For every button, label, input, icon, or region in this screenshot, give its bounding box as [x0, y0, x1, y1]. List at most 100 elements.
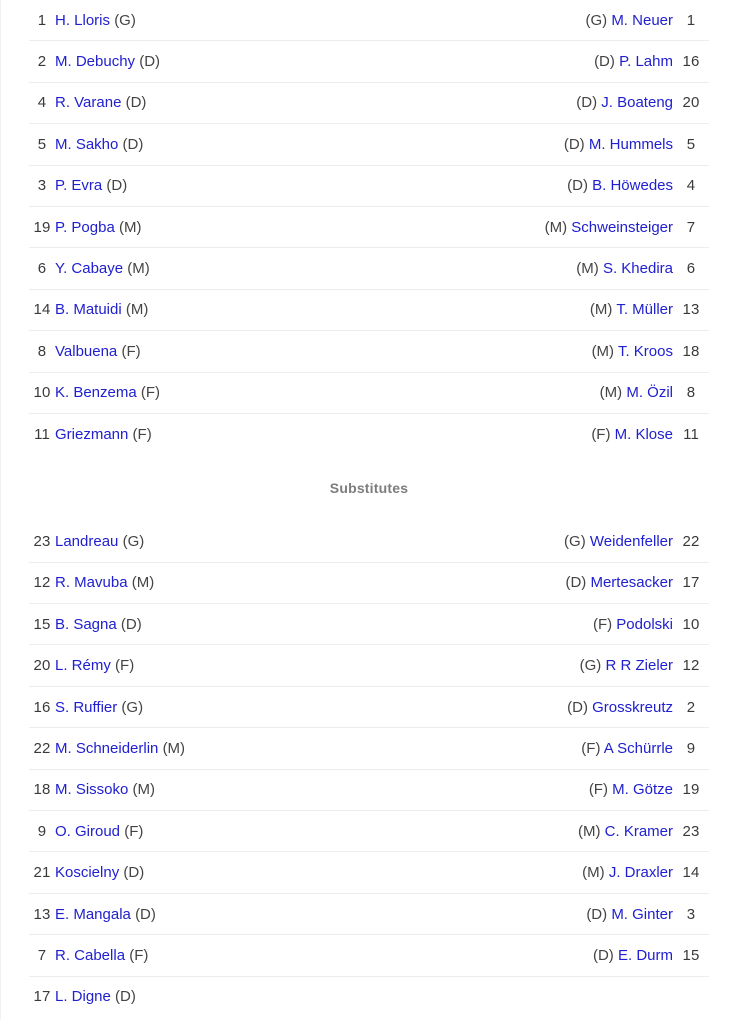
- home-player-position: (M): [131, 574, 155, 592]
- home-player-name[interactable]: R. Cabella: [55, 947, 125, 964]
- section-heading-cell: Substitutes: [29, 455, 709, 522]
- home-player-number: 10: [29, 372, 55, 414]
- home-player-position: (F): [132, 425, 152, 443]
- home-player-position: (M): [125, 301, 149, 319]
- home-player-name[interactable]: B. Sagna: [55, 616, 117, 633]
- away-player-name[interactable]: E. Durm: [618, 947, 673, 964]
- away-player-name[interactable]: A Schürrle: [604, 740, 673, 757]
- away-player-name[interactable]: J. Draxler: [609, 864, 673, 881]
- away-player-name[interactable]: J. Boateng: [601, 94, 673, 111]
- home-player-name[interactable]: Landreau: [55, 533, 118, 550]
- away-player-number: 10: [673, 603, 709, 646]
- home-player-name[interactable]: S. Ruffier: [55, 699, 117, 716]
- away-player-position: (D): [586, 905, 608, 923]
- section-heading-label: Substitutes: [329, 479, 409, 496]
- home-player-position: (D): [139, 53, 161, 71]
- away-player-position: (M): [544, 218, 568, 236]
- away-player-name[interactable]: T. Kroos: [618, 343, 673, 360]
- away-player-name[interactable]: P. Lahm: [619, 53, 673, 70]
- away-player-name[interactable]: M. Götze: [612, 781, 673, 798]
- home-player-name[interactable]: M. Schneiderlin: [55, 740, 158, 757]
- home-player-number: 23: [29, 521, 55, 563]
- away-player-cell: (M) T. Kroos: [355, 330, 673, 373]
- home-player-name[interactable]: E. Mangala: [55, 906, 131, 923]
- home-player-cell: K. Benzema (F): [55, 372, 355, 414]
- home-player-number: 20: [29, 644, 55, 687]
- home-player-number: 11: [34, 425, 50, 443]
- home-player-cell: B. Matuidi (M): [55, 289, 355, 332]
- home-player-name[interactable]: M. Sissoko: [55, 781, 128, 798]
- away-player-cell: (G) Weidenfeller: [355, 521, 673, 563]
- lineup-row: 10 K. Benzema (F) (M) M. Özil 8: [29, 372, 709, 414]
- away-player-cell: (D) J. Boateng: [355, 82, 673, 125]
- home-player-name[interactable]: Y. Cabaye: [55, 260, 123, 277]
- lineup-row: 17 L. Digne (D): [29, 976, 709, 1017]
- lineup-row: 11 Griezmann (F) (F) M. Klose 11: [29, 413, 709, 454]
- home-player-name[interactable]: Koscielny: [55, 864, 119, 881]
- section-heading-row: Substitutes: [29, 455, 709, 522]
- home-player-position: (D): [106, 177, 128, 195]
- away-player-name[interactable]: Podolski: [616, 616, 673, 633]
- home-player-name[interactable]: Valbuena: [55, 343, 117, 360]
- home-player-number: 6: [29, 247, 55, 290]
- away-player-name[interactable]: M. Klose: [615, 426, 673, 443]
- away-player-name[interactable]: Schweinsteiger: [571, 219, 673, 236]
- home-player-number: 18: [29, 769, 55, 812]
- home-player-name[interactable]: H. Lloris: [55, 12, 110, 29]
- home-player-name[interactable]: M. Sakho: [55, 136, 118, 153]
- away-player-name[interactable]: M. Hummels: [589, 136, 673, 153]
- away-player-position: (M): [576, 260, 599, 278]
- away-player-name[interactable]: M. Ginter: [611, 906, 673, 923]
- home-player-name[interactable]: M. Debuchy: [55, 53, 135, 70]
- away-player-name[interactable]: M. Özil: [626, 384, 673, 401]
- home-player-name[interactable]: Griezmann: [55, 426, 128, 443]
- home-player-name[interactable]: K. Benzema: [55, 384, 137, 401]
- away-player-cell: (M) S. Khedira: [355, 247, 673, 290]
- away-player-name[interactable]: T. Müller: [616, 301, 673, 318]
- away-player-name[interactable]: B. Höwedes: [592, 177, 673, 194]
- home-player-number: 5: [29, 123, 55, 166]
- away-player-name[interactable]: C. Kramer: [605, 823, 673, 840]
- away-player-number: 16: [673, 40, 709, 83]
- away-player-position: (G): [585, 11, 608, 29]
- home-player-number: 12: [29, 562, 55, 605]
- away-player-number: 4: [673, 165, 709, 207]
- away-player-name[interactable]: Mertesacker: [590, 574, 673, 591]
- home-player-position: (F): [140, 384, 161, 402]
- away-player-cell: (F) A Schürrle: [355, 727, 673, 770]
- home-player-name[interactable]: R. Mavuba: [55, 574, 128, 591]
- home-player-position: (D): [125, 94, 147, 112]
- away-player-number: 20: [673, 82, 709, 125]
- away-player-name[interactable]: R R Zieler: [605, 657, 673, 674]
- away-player-cell: (G) R R Zieler: [355, 644, 673, 687]
- home-player-name[interactable]: O. Giroud: [55, 823, 120, 840]
- away-player-name[interactable]: M. Neuer: [611, 12, 673, 29]
- away-player-cell: (G) M. Neuer: [355, 0, 673, 42]
- home-player-name[interactable]: L. Digne: [55, 988, 111, 1005]
- away-player-number: 11: [683, 425, 699, 443]
- away-player-number: 1: [673, 0, 709, 42]
- away-player-name[interactable]: S. Khedira: [603, 260, 673, 277]
- away-player-name[interactable]: Grosskreutz: [592, 699, 673, 716]
- home-player-name[interactable]: P. Evra: [55, 177, 102, 194]
- home-player-number: 21: [29, 851, 55, 894]
- home-player-name[interactable]: B. Matuidi: [55, 301, 122, 318]
- home-player-cell: Valbuena (F): [55, 330, 355, 373]
- home-player-name[interactable]: P. Pogba: [55, 219, 115, 236]
- home-player-cell: Griezmann (F): [55, 413, 355, 454]
- away-player-position: (D): [567, 177, 588, 195]
- away-player-cell: (D) M. Ginter: [355, 893, 673, 936]
- home-player-position: (D): [135, 905, 156, 923]
- lineup-row: 22 M. Schneiderlin (M) (F) A Schürrle 9: [29, 727, 709, 770]
- away-player-cell: (M) Schweinsteiger: [355, 206, 673, 249]
- home-player-name[interactable]: L. Rémy: [55, 657, 111, 674]
- home-player-number: 15: [29, 603, 55, 646]
- home-player-name[interactable]: R. Varane: [55, 94, 121, 111]
- home-player-position: (G): [122, 532, 145, 550]
- away-player-name[interactable]: Weidenfeller: [590, 533, 673, 550]
- lineup-row: 12 R. Mavuba (M) (D) Mertesacker 17: [29, 562, 709, 605]
- home-player-number: 13: [29, 893, 55, 936]
- home-player-number: 19: [29, 206, 55, 249]
- away-player-cell: (F) Podolski: [355, 603, 673, 646]
- lineup-row: 23 Landreau (G) (G) Weidenfeller 22: [29, 521, 709, 563]
